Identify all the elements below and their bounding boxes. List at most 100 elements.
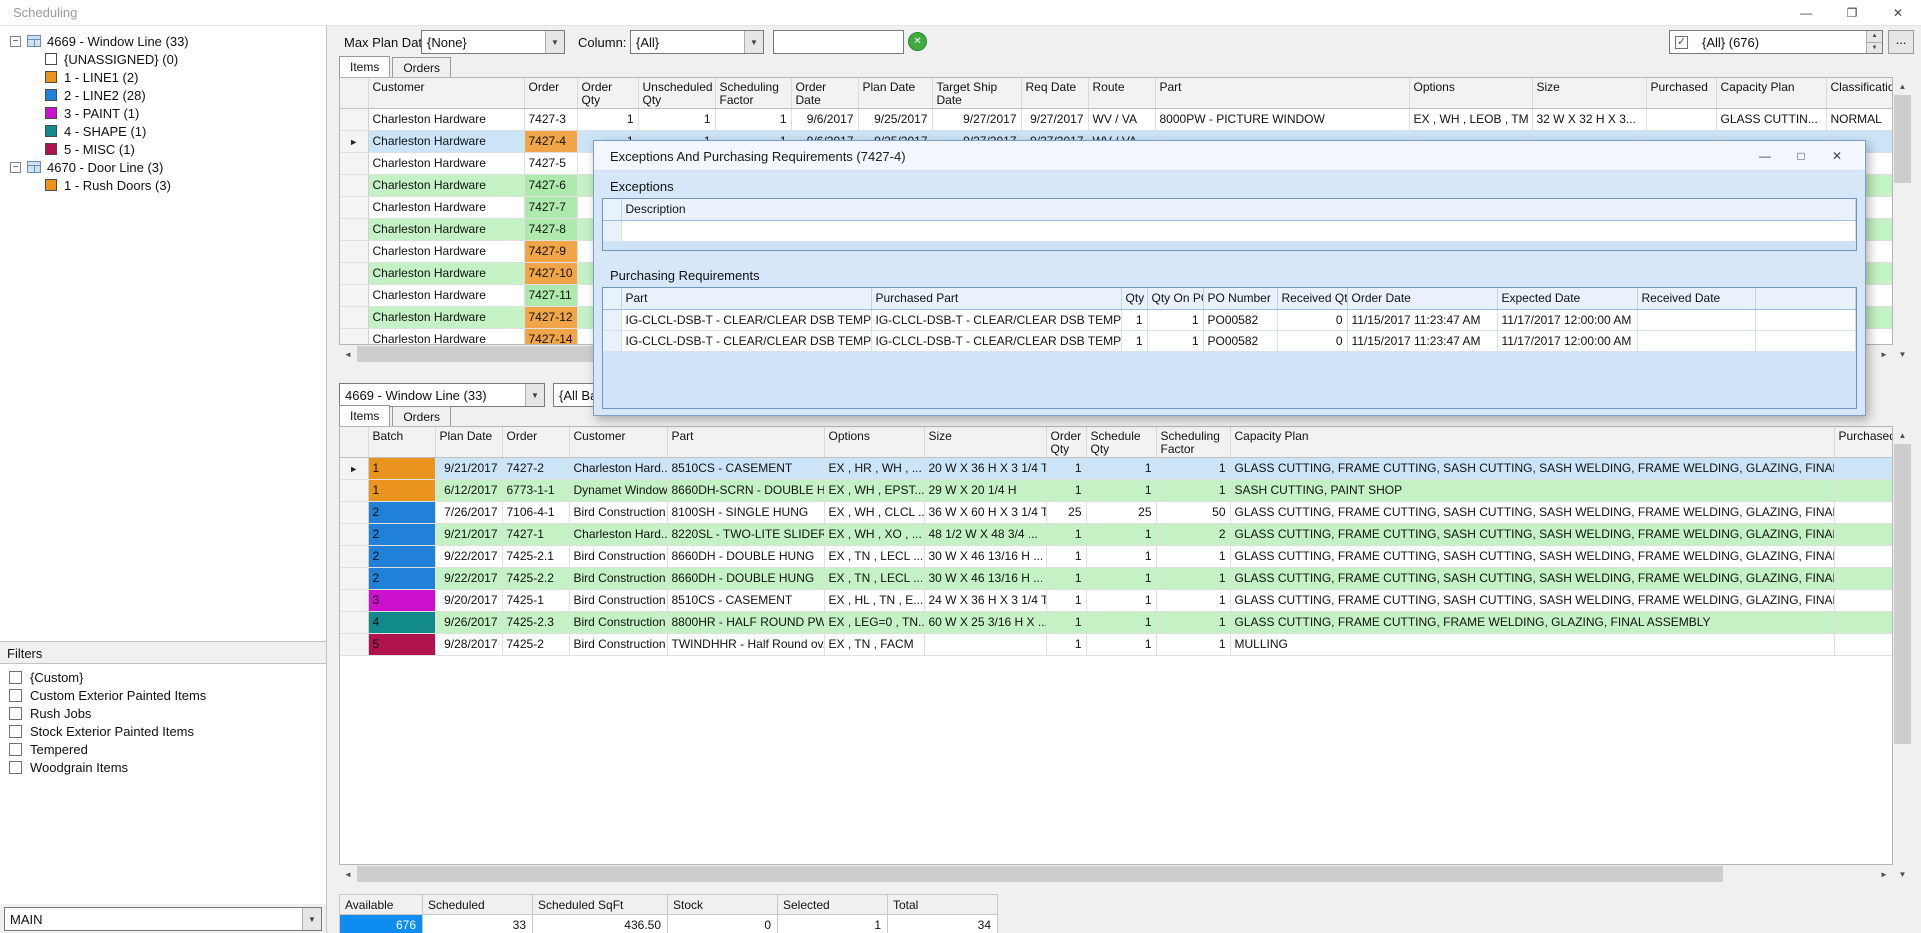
batch-cell[interactable]: 2 [368,545,435,567]
tree-node[interactable]: − 4 - SHAPE (1) [0,122,326,140]
column-header[interactable]: Classification [1826,78,1892,108]
plan-date-cell[interactable]: 9/28/2017 [435,633,502,655]
column-header[interactable]: Batch [368,427,435,457]
order-date-cell[interactable]: 11/15/2017 11:23:47 AM [1347,309,1497,330]
filter-checkbox[interactable] [9,725,22,738]
capacity-plan-cell[interactable]: GLASS CUTTIN... [1716,108,1826,130]
tree-node[interactable]: − 5 - MISC (1) [0,140,326,158]
purchased-cell[interactable] [1834,567,1892,589]
scheduling-factor-cell[interactable]: 1 [1156,589,1230,611]
purchased-cell[interactable] [1834,589,1892,611]
purchased-cell[interactable] [1834,545,1892,567]
all-filter-checkbox[interactable]: ✓ [1675,36,1688,49]
expected-date-cell[interactable]: 11/17/2017 12:00:00 AM [1497,330,1637,351]
order-cell[interactable]: 7425-1 [502,589,569,611]
purchased-cell[interactable] [1834,501,1892,523]
batch-cell[interactable]: 5 [368,633,435,655]
customer-cell[interactable]: Charleston Hardware [368,262,524,284]
schedule-qty-cell[interactable]: 1 [1086,589,1156,611]
purchased-cell[interactable] [1834,523,1892,545]
customer-cell[interactable]: Charleston Hardware [368,152,524,174]
order-cell[interactable]: 7427-7 [524,196,577,218]
part-cell[interactable]: 8100SH - SINGLE HUNG [667,501,824,523]
column-header[interactable]: Schedule Qty [1086,427,1156,457]
purchased-cell[interactable] [1646,108,1716,130]
filter-text-input[interactable] [773,30,904,54]
column-header[interactable]: Options [1409,78,1532,108]
column-header[interactable]: Target Ship Date [932,78,1021,108]
row-header-cell[interactable] [340,523,368,545]
line-select[interactable]: 4669 - Window Line (33) ▼ [339,383,545,407]
column-header[interactable]: Part [621,288,871,309]
filter-item[interactable]: Tempered [0,740,326,758]
spinner-down-icon[interactable]: ▼ [1867,43,1882,54]
row-header-cell[interactable] [340,306,368,328]
part-cell[interactable]: 8510CS - CASEMENT [667,589,824,611]
customer-cell[interactable]: Dynamet Windows [569,479,667,501]
options-cell[interactable]: EX , TN , LECL ... [824,567,924,589]
column-header[interactable]: Order Qty [577,78,638,108]
order-cell[interactable]: 7427-1 [502,523,569,545]
column-header[interactable]: Scheduling Factor [1156,427,1230,457]
scheduling-factor-cell[interactable]: 1 [1156,479,1230,501]
part-cell[interactable]: IG-CLCL-DSB-T - CLEAR/CLEAR DSB TEMPERED [621,330,871,351]
plan-date-cell[interactable]: 9/25/2017 [858,108,932,130]
customer-cell[interactable]: Bird Construction [569,545,667,567]
scheduling-factor-cell[interactable]: 1 [1156,457,1230,479]
column-header[interactable]: Size [1532,78,1646,108]
row-header-cell[interactable] [340,545,368,567]
unscheduled-qty-cell[interactable]: 1 [638,108,715,130]
chevron-down-icon[interactable]: ▼ [525,384,544,406]
customer-cell[interactable]: Charleston Hard... [569,523,667,545]
chevron-down-icon[interactable]: ▼ [545,31,564,53]
column-select[interactable]: {All} ▼ [630,30,764,54]
customer-cell[interactable]: Charleston Hardware [368,306,524,328]
row-header-cell[interactable] [340,108,368,130]
scheduling-factor-cell[interactable]: 1 [715,108,791,130]
schedule-qty-cell[interactable]: 1 [1086,611,1156,633]
filter-item[interactable]: Custom Exterior Painted Items [0,686,326,704]
batch-cell[interactable]: 3 [368,589,435,611]
route-cell[interactable]: WV / VA [1088,108,1155,130]
dialog-close-button[interactable]: ✕ [1819,149,1855,163]
column-header[interactable]: Part [667,427,824,457]
close-button[interactable]: ✕ [1875,0,1921,26]
tree-node[interactable]: − 3 - PAINT (1) [0,104,326,122]
purchasing-row[interactable]: IG-CLCL-DSB-T - CLEAR/CLEAR DSB TEMPERED… [603,330,1856,351]
scheduling-factor-cell[interactable]: 2 [1156,523,1230,545]
column-header[interactable]: Size [924,427,1046,457]
tree-node[interactable]: − 1 - LINE1 (2) [0,68,326,86]
minimize-button[interactable]: — [1783,0,1829,26]
filter-checkbox[interactable] [9,761,22,774]
schedule-qty-cell[interactable]: 25 [1086,501,1156,523]
batch-filter-select[interactable]: ✓ {All} (676) ▲ ▼ [1669,30,1883,54]
capacity-plan-cell[interactable]: GLASS CUTTING, FRAME CUTTING, SASH CUTTI… [1230,523,1834,545]
customer-cell[interactable]: Charleston Hardware [368,130,524,152]
order-cell[interactable]: 7106-4-1 [502,501,569,523]
part-cell[interactable]: 8800HR - HALF ROUND PW [667,611,824,633]
column-header[interactable]: Part [1155,78,1409,108]
purchased-part-cell[interactable]: IG-CLCL-DSB-T - CLEAR/CLEAR DSB TEMPERED [871,309,1121,330]
column-header[interactable]: Customer [368,78,524,108]
filter-checkbox[interactable] [9,707,22,720]
options-cell[interactable]: EX , TN , FACM [824,633,924,655]
expected-date-cell[interactable]: 11/17/2017 12:00:00 AM [1497,309,1637,330]
order-cell[interactable]: 7425-2 [502,633,569,655]
column-header[interactable]: Order Date [1347,288,1497,309]
scroll-right-icon[interactable]: ► [1875,345,1893,363]
order-cell[interactable]: 6773-1-1 [502,479,569,501]
order-cell[interactable]: 7427-5 [524,152,577,174]
plan-date-cell[interactable]: 9/22/2017 [435,545,502,567]
row-header-cell[interactable] [340,633,368,655]
size-cell[interactable]: 29 W X 20 1/4 H [924,479,1046,501]
plan-date-cell[interactable]: 9/26/2017 [435,611,502,633]
view-select[interactable]: MAIN ▼ [4,907,322,931]
batch-cell[interactable]: 2 [368,567,435,589]
order-qty-cell[interactable]: 1 [577,108,638,130]
customer-cell[interactable]: Charleston Hardware [368,196,524,218]
column-header[interactable]: Expected Date [1497,288,1637,309]
part-cell[interactable]: 8000PW - PICTURE WINDOW [1155,108,1409,130]
row-header-cell[interactable] [340,611,368,633]
column-header[interactable]: Order Date [791,78,858,108]
column-header[interactable]: PO Number [1203,288,1277,309]
